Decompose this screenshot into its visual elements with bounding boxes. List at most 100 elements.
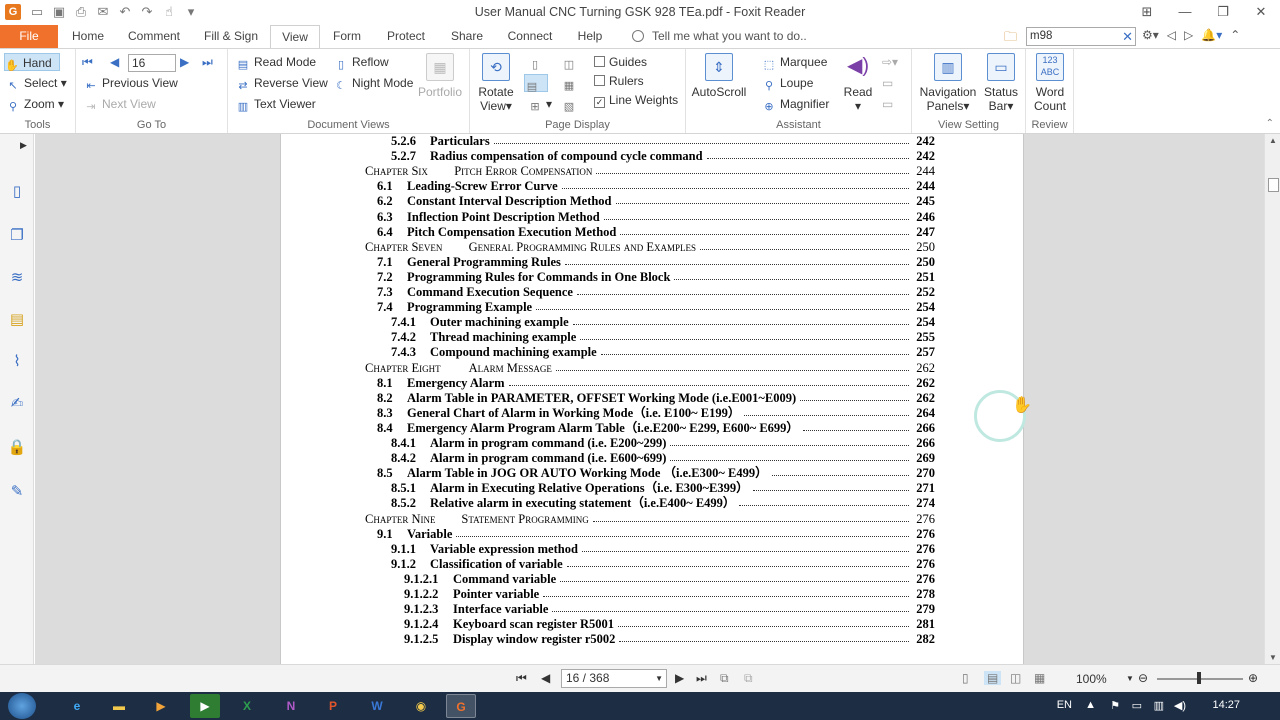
toc-entry[interactable]: 7.1 General Programming Rules 250 bbox=[281, 255, 1023, 270]
scroll-up-icon[interactable]: ▲ bbox=[1269, 136, 1277, 145]
portfolio-button[interactable]: ▦ Portfolio bbox=[416, 53, 464, 99]
zoom-in-icon[interactable]: ⊕ bbox=[1248, 671, 1258, 685]
taskbar-media-icon[interactable]: ▶ bbox=[146, 694, 176, 718]
navigation-panels-button[interactable]: ▥ Navigation Panels▾ bbox=[918, 53, 978, 113]
reflow-button[interactable]: ▯ Reflow bbox=[334, 53, 389, 71]
minimize-button[interactable]: — bbox=[1166, 0, 1204, 25]
restore-button[interactable]: ❐ bbox=[1204, 0, 1242, 25]
search-next-icon[interactable]: ▷ bbox=[1184, 28, 1193, 42]
read-option-1-icon[interactable]: ⇨▾ bbox=[882, 53, 898, 71]
status-first-page-button[interactable]: ⏮ bbox=[516, 671, 527, 686]
guides-checkbox[interactable]: Guides bbox=[594, 53, 647, 71]
toc-entry[interactable]: 9.1.2.2 Pointer variable 278 bbox=[281, 587, 1023, 602]
toc-entry[interactable]: 8.1 Emergency Alarm 262 bbox=[281, 376, 1023, 391]
pdf-page[interactable]: 5.2.6 Particulars 242 5.2.7 Radius compensat… bbox=[280, 134, 1024, 664]
ribbon-options-icon[interactable]: ⊞ bbox=[1128, 0, 1166, 25]
separate-cover-icon[interactable]: ▧ bbox=[562, 95, 580, 113]
page-indicator-dropdown[interactable]: 16 / 368 ▼ bbox=[561, 669, 667, 688]
line-weights-checkbox[interactable]: ✓ Line Weights bbox=[594, 91, 678, 109]
status-bar-button[interactable]: ▭ Status Bar▾ bbox=[980, 53, 1022, 113]
toc-chapter-entry[interactable]: Chapter Seven General Programming Rules a… bbox=[281, 240, 1023, 255]
toc-entry[interactable]: 9.1.2.4 Keyboard scan register R5001 281 bbox=[281, 617, 1023, 632]
pages-icon[interactable]: ❐ bbox=[7, 226, 27, 246]
taskbar-excel-icon[interactable]: X bbox=[232, 694, 262, 718]
text-viewer-button[interactable]: ▥ Text Viewer bbox=[236, 95, 316, 113]
tab-help[interactable]: Help bbox=[570, 25, 610, 48]
toc-entry[interactable]: 6.3 Inflection Point Description Method 24… bbox=[281, 210, 1023, 225]
scroll-down-icon[interactable]: ▼ bbox=[1269, 653, 1277, 662]
zoom-button[interactable]: ⚲ Zoom ▾ bbox=[6, 95, 64, 113]
close-button[interactable]: ✕ bbox=[1242, 0, 1280, 25]
read-mode-button[interactable]: ▤ Read Mode bbox=[236, 53, 316, 71]
taskbar-explorer-icon[interactable]: ▬ bbox=[104, 694, 134, 718]
facing-view-icon[interactable]: ◫ bbox=[1010, 671, 1021, 685]
taskbar-sheets-icon[interactable]: ▶ bbox=[190, 694, 220, 718]
taskbar-chrome-icon[interactable]: ◉ bbox=[406, 694, 436, 718]
next-view-button[interactable]: ⇥ Next View bbox=[84, 95, 155, 113]
toc-entry[interactable]: 5.2.6 Particulars 242 bbox=[281, 134, 1023, 149]
word-count-button[interactable]: 123 ABC Word Count bbox=[1030, 53, 1070, 113]
tab-fill-sign[interactable]: Fill & Sign bbox=[198, 25, 264, 48]
toc-entry[interactable]: 9.1.2.1 Command variable 276 bbox=[281, 572, 1023, 587]
toc-entry[interactable]: 8.5.1 Alarm in Executing Relative Operati… bbox=[281, 481, 1023, 496]
zoom-level[interactable]: 100% bbox=[1076, 672, 1107, 686]
notification-bell-icon[interactable]: 🔔▾ bbox=[1201, 28, 1222, 42]
document-area[interactable]: 5.2.6 Particulars 242 5.2.7 Radius compensat… bbox=[35, 134, 1264, 664]
zoom-out-icon[interactable]: ⊖ bbox=[1138, 671, 1148, 685]
attachments-icon[interactable]: ⌇ bbox=[7, 352, 27, 372]
collapse-ribbon-icon[interactable]: ⌃ bbox=[1266, 118, 1274, 129]
toc-entry[interactable]: 9.1.1 Variable expression method 276 bbox=[281, 542, 1023, 557]
toc-entry[interactable]: 8.4.1 Alarm in program command (i.e. E200… bbox=[281, 436, 1023, 451]
tray-battery-icon[interactable]: ▭ bbox=[1132, 699, 1142, 712]
toc-entry[interactable]: 7.4.1 Outer machining example 254 bbox=[281, 315, 1023, 330]
rulers-checkbox[interactable]: Rulers bbox=[594, 72, 644, 90]
start-button[interactable] bbox=[8, 693, 36, 719]
first-page-button[interactable]: ⏮ bbox=[82, 53, 93, 71]
last-page-button[interactable]: ⏭ bbox=[202, 53, 213, 71]
find-folder-icon[interactable]: 🗀 bbox=[1004, 28, 1017, 50]
toc-entry[interactable]: 6.4 Pitch Compensation Execution Method 24… bbox=[281, 225, 1023, 240]
single-page-view-icon[interactable]: ▯ bbox=[962, 671, 969, 685]
scroll-thumb[interactable] bbox=[1268, 178, 1279, 192]
taskbar-powerpoint-icon[interactable]: P bbox=[318, 694, 348, 718]
read-option-2-icon[interactable]: ▭ bbox=[882, 74, 893, 92]
previous-view-button[interactable]: ⇤ Previous View bbox=[84, 74, 177, 92]
continuous-page-icon[interactable]: ▤ bbox=[524, 74, 548, 93]
fit-width-icon[interactable]: ⧉ bbox=[744, 671, 753, 686]
tab-file[interactable]: File bbox=[0, 25, 58, 48]
read-option-3-icon[interactable]: ▭ bbox=[882, 95, 893, 113]
select-button[interactable]: ↖ Select ▾ bbox=[6, 74, 66, 92]
toc-entry[interactable]: 7.3 Command Execution Sequence 252 bbox=[281, 285, 1023, 300]
toc-entry[interactable]: 5.2.7 Radius compensation of compound cyc… bbox=[281, 149, 1023, 164]
toc-entry[interactable]: 9.1.2.5 Display window register r5002 282 bbox=[281, 632, 1023, 647]
language-indicator[interactable]: EN bbox=[1057, 699, 1072, 711]
zoom-dropdown-icon[interactable]: ▼ bbox=[1126, 674, 1134, 683]
single-page-icon[interactable]: ▯ bbox=[528, 53, 546, 71]
magnifier-button[interactable]: ⊕ Magnifier bbox=[762, 95, 829, 113]
taskbar-onenote-icon[interactable]: N bbox=[276, 694, 306, 718]
tab-protect[interactable]: Protect bbox=[380, 25, 432, 48]
ribbon-collapse-icon[interactable]: ⌃ bbox=[1230, 28, 1240, 42]
read-button[interactable]: ◀) Read ▾ bbox=[840, 53, 876, 113]
toc-entry[interactable]: 9.1.2 Classification of variable 276 bbox=[281, 557, 1023, 572]
toc-entry[interactable]: 9.1.2.3 Interface variable 279 bbox=[281, 602, 1023, 617]
toc-chapter-entry[interactable]: Chapter Six Pitch Error Compensation 244 bbox=[281, 164, 1023, 179]
toc-entry[interactable]: 7.4.3 Compound machining example 257 bbox=[281, 345, 1023, 360]
tab-form[interactable]: Form bbox=[326, 25, 368, 48]
page-number-input[interactable]: 16 bbox=[128, 54, 176, 72]
content-tools-icon[interactable]: ✎ bbox=[7, 482, 27, 502]
security-lock-icon[interactable]: 🔒 bbox=[7, 438, 27, 458]
toc-entry[interactable]: 7.4 Programming Example 254 bbox=[281, 300, 1023, 315]
toc-entry[interactable]: 9.1 Variable 276 bbox=[281, 527, 1023, 542]
tray-volume-icon[interactable]: ◀) bbox=[1174, 699, 1186, 712]
search-input[interactable]: m98 ✕ bbox=[1026, 27, 1136, 46]
taskbar-word-icon[interactable]: W bbox=[362, 694, 392, 718]
signatures-icon[interactable]: ✍ bbox=[7, 394, 27, 414]
tab-share[interactable]: Share bbox=[445, 25, 489, 48]
tray-flag-icon[interactable]: ⚑ bbox=[1110, 699, 1120, 712]
status-prev-page-button[interactable]: ◀ bbox=[541, 671, 550, 685]
toc-chapter-entry[interactable]: Chapter Eight Alarm Message 262 bbox=[281, 361, 1023, 376]
page-transition-icon[interactable]: ⊞ ▾ bbox=[528, 95, 552, 113]
tab-view[interactable]: View bbox=[270, 25, 320, 49]
marquee-button[interactable]: ⬚ Marquee bbox=[762, 53, 828, 71]
